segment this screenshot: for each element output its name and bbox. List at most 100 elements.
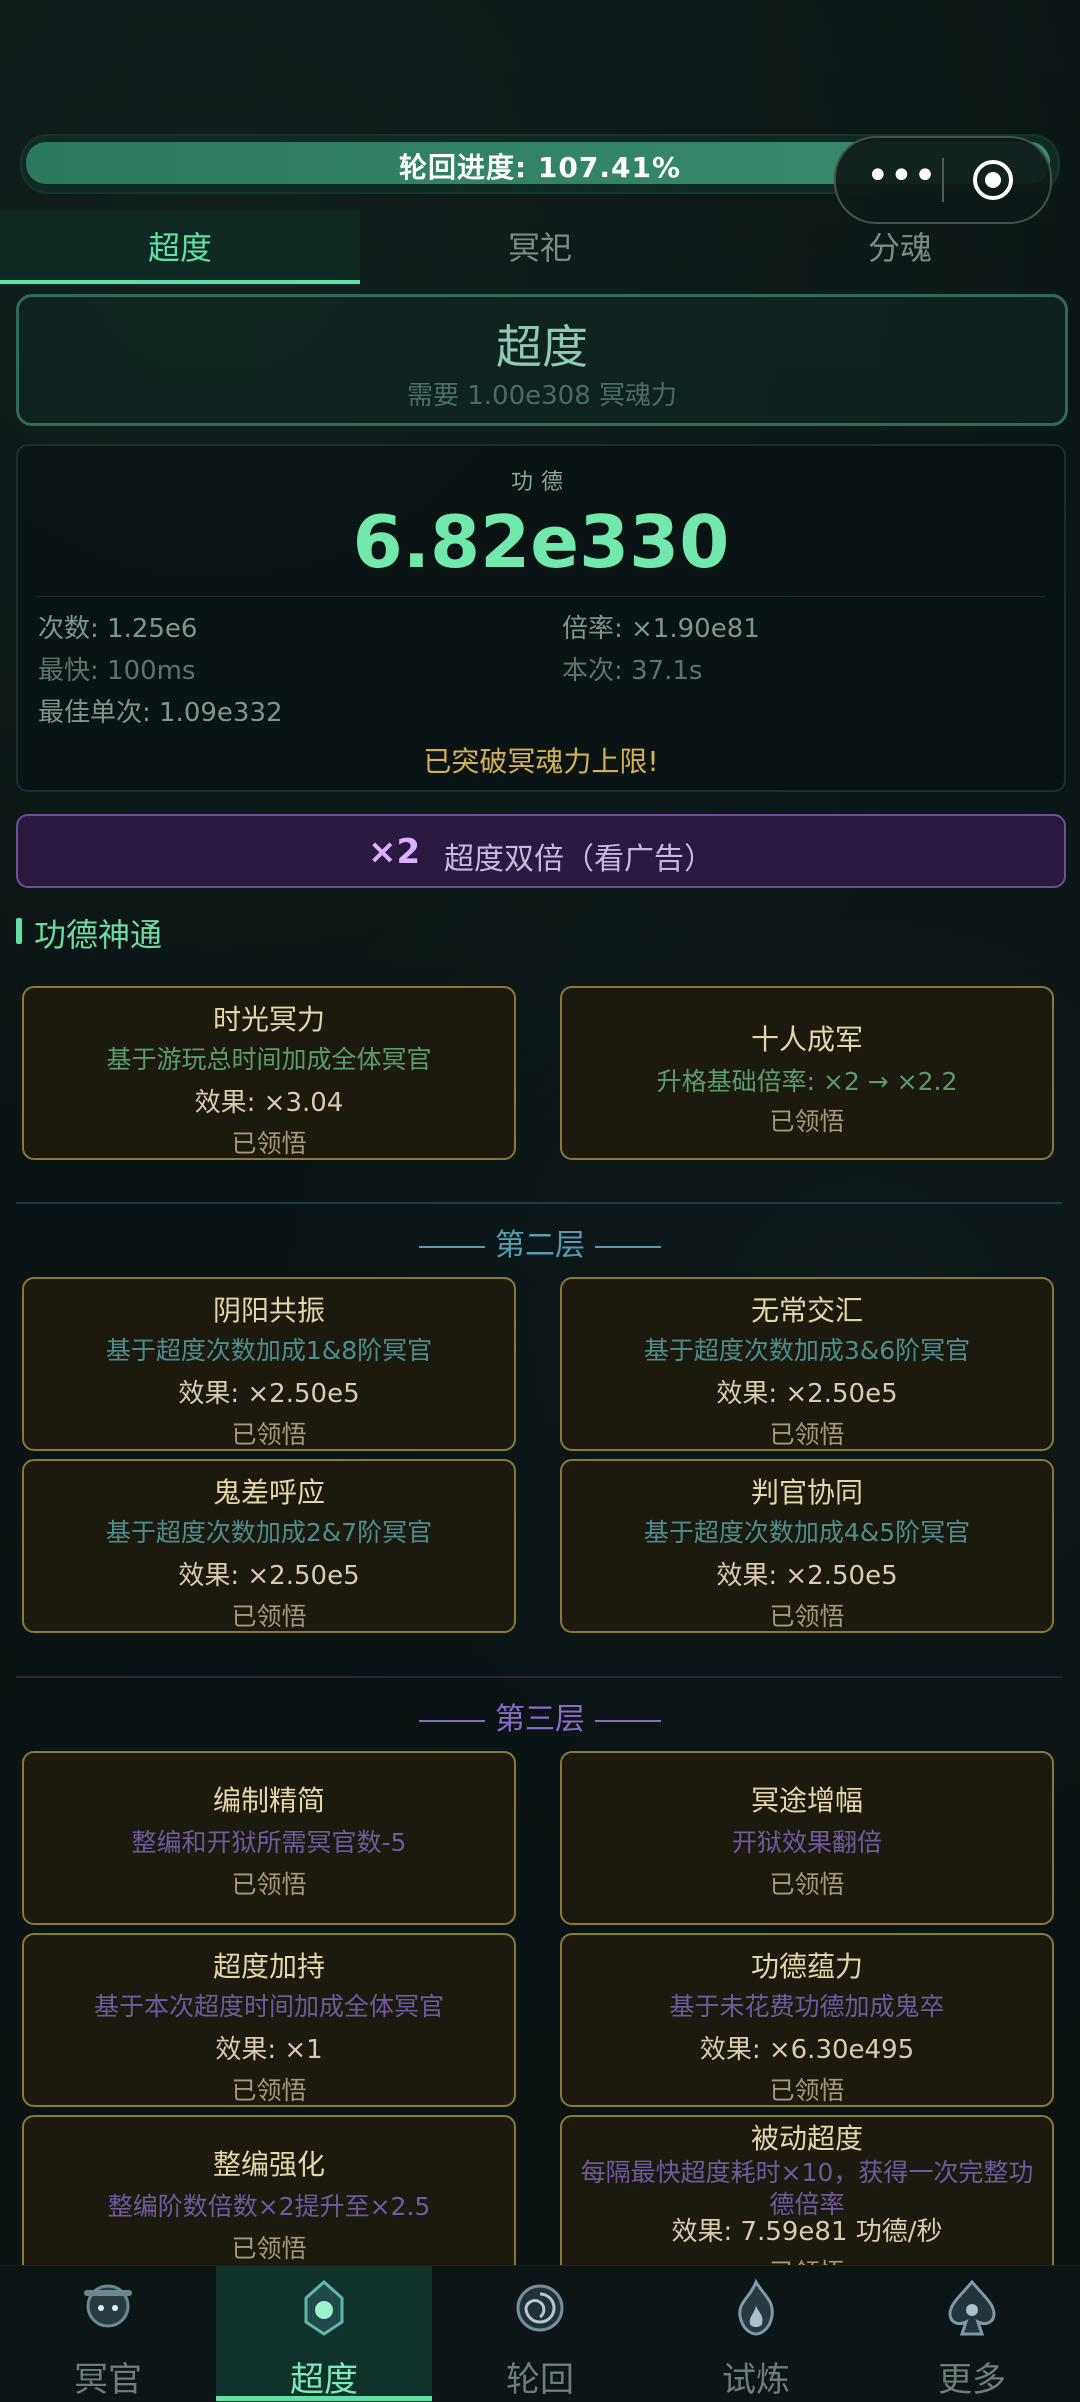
title-dash-left (419, 1245, 485, 1248)
tab-mingsi[interactable]: 冥祀 (360, 210, 720, 286)
card-name: 无常交汇 (750, 1294, 863, 1327)
card-status: 已领悟 (769, 1870, 845, 1899)
layer2-title: 第二层 (0, 1220, 1080, 1264)
breakthrough-notice: 已突破冥魂力上限! (423, 745, 659, 778)
merit-value: 6.82e330 (352, 500, 730, 584)
card-name: 被动超度 (750, 2122, 863, 2155)
section-title-text: 功德神通 (34, 916, 163, 954)
chaodu-title: 超度 (496, 320, 588, 374)
card-effect: 效果: ×2.50e5 (716, 1561, 898, 1591)
skill-card-zhengbian[interactable]: 整编强化 整编阶数倍数×2提升至×2.5 已领悟 (22, 2115, 516, 2289)
skill-card-gongde-yunli[interactable]: 功德蕴力 基于未花费功德加成鬼卒 效果: ×6.30e495 已领悟 (560, 1933, 1054, 2107)
card-desc: 基于超度次数加成4&5阶冥官 (643, 1518, 971, 1547)
skill-card-panguan[interactable]: 判官协同 基于超度次数加成4&5阶冥官 效果: ×2.50e5 已领悟 (560, 1459, 1054, 1633)
stat-best-single: 最佳单次: 1.09e332 (38, 698, 283, 728)
card-effect: 效果: ×6.30e495 (699, 2035, 915, 2065)
nav-item-shilian[interactable]: 试炼 (648, 2266, 864, 2402)
skill-card-chaodu-jiachi[interactable]: 超度加持 基于本次超度时间加成全体冥官 效果: ×1 已领悟 (22, 1933, 516, 2107)
card-effect: 效果: ×3.04 (194, 1088, 344, 1118)
card-desc: 基于超度次数加成3&6阶冥官 (643, 1336, 971, 1365)
tab-underline (0, 280, 360, 284)
card-name: 阴阳共振 (212, 1294, 325, 1327)
nav-item-lunhui[interactable]: 轮回 (432, 2266, 648, 2402)
card-name: 冥途增幅 (750, 1784, 863, 1817)
card-name: 十人成军 (750, 1023, 863, 1056)
skill-card-guichai[interactable]: 鬼差呼应 基于超度次数加成2&7阶冥官 效果: ×2.50e5 已领悟 (22, 1459, 516, 1633)
card-name: 时光冥力 (212, 1003, 325, 1036)
title-dash-right (595, 1245, 661, 1248)
card-name: 判官协同 (750, 1476, 863, 1509)
card-effect: 效果: ×1 (215, 2035, 323, 2065)
card-desc: 基于游玩总时间加成全体冥官 (106, 1045, 432, 1074)
spade-icon (948, 2279, 996, 2336)
chaodu-requirement: 需要 1.00e308 冥魂力 (406, 381, 678, 411)
card-name: 鬼差呼应 (212, 1476, 325, 1509)
chaodu-button[interactable]: 超度 需要 1.00e308 冥魂力 (16, 294, 1068, 426)
tab-fenhun[interactable]: 分魂 (720, 210, 1080, 286)
card-status: 已领悟 (769, 2076, 845, 2105)
card-effect: 效果: ×2.50e5 (178, 1379, 360, 1409)
layer3-title: 第三层 (0, 1694, 1080, 1738)
ghost-officer-icon (84, 2284, 132, 2328)
nav-label: 轮回 (506, 2360, 574, 2400)
merit-label: 功德 (510, 470, 571, 495)
layer2-title-text: 第二层 (495, 1228, 585, 1263)
skill-card-shiren[interactable]: 十人成军 升格基础倍率: ×2 → ×2.2 已领悟 (560, 986, 1054, 1160)
card-desc: 开狱效果翻倍 (731, 1828, 882, 1857)
stat-count: 次数: 1.25e6 (38, 614, 198, 644)
skill-card-shiguang[interactable]: 时光冥力 基于游玩总时间加成全体冥官 效果: ×3.04 已领悟 (22, 986, 516, 1160)
card-name: 超度加持 (212, 1950, 325, 1983)
card-status: 已领悟 (231, 2234, 307, 2263)
skill-card-beidong[interactable]: 被动超度 每隔最快超度耗时×10，获得一次完整功 德倍率 效果: 7.59e81… (560, 2115, 1054, 2289)
stat-this-time: 本次: 37.1s (562, 656, 703, 686)
skill-card-mingtu[interactable]: 冥途增幅 开狱效果翻倍 已领悟 (560, 1751, 1054, 1925)
target-circle-icon[interactable] (970, 157, 1016, 203)
merit-divider (36, 596, 1046, 597)
card-status: 已领悟 (769, 1602, 845, 1631)
flame-icon (738, 2278, 774, 2336)
title-dash-left (419, 1719, 485, 1722)
card-desc: 升格基础倍率: ×2 → ×2.2 (656, 1067, 958, 1096)
nav-item-gengduo[interactable]: 更多 (864, 2266, 1080, 2402)
skill-card-bianzhi[interactable]: 编制精简 整编和开狱所需冥官数-5 已领悟 (22, 1751, 516, 1925)
card-effect: 效果: 7.59e81 功德/秒 (671, 2217, 943, 2247)
card-name: 整编强化 (212, 2148, 325, 2181)
nav-item-mingguan[interactable]: 冥官 (0, 2266, 216, 2402)
card-effect: 效果: ×2.50e5 (178, 1561, 360, 1591)
more-dots-icon[interactable]: ••• (866, 156, 937, 202)
nav-active-underline (216, 2396, 432, 2401)
card-desc-line1: 每隔最快超度耗时×10，获得一次完整功 (580, 2158, 1034, 2187)
card-name: 编制精简 (212, 1784, 325, 1817)
card-name: 功德蕴力 (750, 1950, 863, 1983)
card-status: 已领悟 (231, 2076, 307, 2105)
title-dash-right (595, 1719, 661, 1722)
nav-label: 超度 (290, 2360, 358, 2400)
card-status: 已领悟 (769, 1107, 845, 1136)
layer2-line (16, 1202, 1062, 1204)
card-desc: 基于超度次数加成2&7阶冥官 (105, 1518, 433, 1547)
nav-label: 冥官 (74, 2360, 142, 2400)
nav-item-chaodu[interactable]: 超度 (216, 2266, 432, 2402)
lantern-icon (304, 2279, 344, 2336)
card-status: 已领悟 (231, 1129, 307, 1158)
card-desc: 整编阶数倍数×2提升至×2.5 (107, 2192, 431, 2221)
section-title-bar (16, 918, 22, 944)
tab-bar: 超度 冥祀 分魂 (0, 210, 1080, 286)
card-desc: 基于本次超度时间加成全体冥官 (93, 1992, 444, 2021)
spiral-icon (516, 2284, 564, 2332)
card-status: 已领悟 (769, 1420, 845, 1449)
card-status: 已领悟 (231, 1602, 307, 1631)
merit-panel: 功德 6.82e330 次数: 1.25e6 倍率: ×1.90e81 最快: … (16, 444, 1066, 792)
card-desc: 基于超度次数加成1&8阶冥官 (105, 1336, 433, 1365)
tab-chaodu[interactable]: 超度 (0, 210, 360, 286)
nav-label: 试炼 (722, 2360, 790, 2400)
bottom-nav: 冥官 超度 轮回 试炼 更多 (0, 2265, 1080, 2402)
layer3-title-text: 第三层 (495, 1702, 585, 1737)
nav-label: 更多 (938, 2360, 1006, 2400)
card-status: 已领悟 (231, 1870, 307, 1899)
skill-card-yinyang[interactable]: 阴阳共振 基于超度次数加成1&8阶冥官 效果: ×2.50e5 已领悟 (22, 1277, 516, 1451)
layer3-line (16, 1676, 1062, 1678)
skill-card-wuchang[interactable]: 无常交汇 基于超度次数加成3&6阶冥官 效果: ×2.50e5 已领悟 (560, 1277, 1054, 1451)
double-ad-button[interactable]: ×2 超度双倍（看广告） (16, 814, 1066, 888)
stat-fastest: 最快: 100ms (38, 656, 196, 686)
